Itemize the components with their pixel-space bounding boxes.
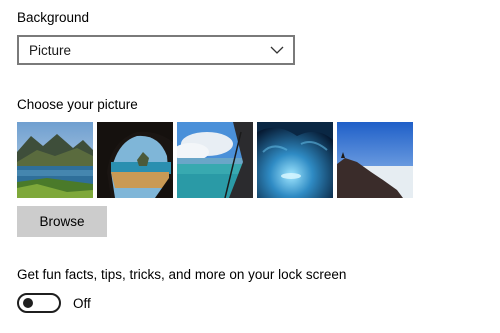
chevron-down-icon: [270, 46, 284, 54]
lock-screen-tips-label: Get fun facts, tips, tricks, and more on…: [17, 267, 347, 282]
background-dropdown[interactable]: Picture: [17, 35, 295, 65]
browse-button[interactable]: Browse: [17, 206, 107, 237]
background-label: Background: [17, 10, 90, 25]
thumbnail-tent-coast[interactable]: [177, 122, 253, 198]
thumbnail-hill-sky[interactable]: [337, 122, 413, 198]
toggle-state-label: Off: [73, 296, 91, 311]
background-dropdown-value: Picture: [29, 42, 72, 58]
toggle-knob: [23, 298, 33, 308]
thumbnail-beach-cave[interactable]: [97, 122, 173, 198]
choose-picture-label: Choose your picture: [17, 97, 138, 112]
lock-screen-tips-toggle[interactable]: [17, 293, 61, 313]
thumbnail-ice-cave[interactable]: [257, 122, 333, 198]
thumbnail-mountain-lake[interactable]: [17, 122, 93, 198]
